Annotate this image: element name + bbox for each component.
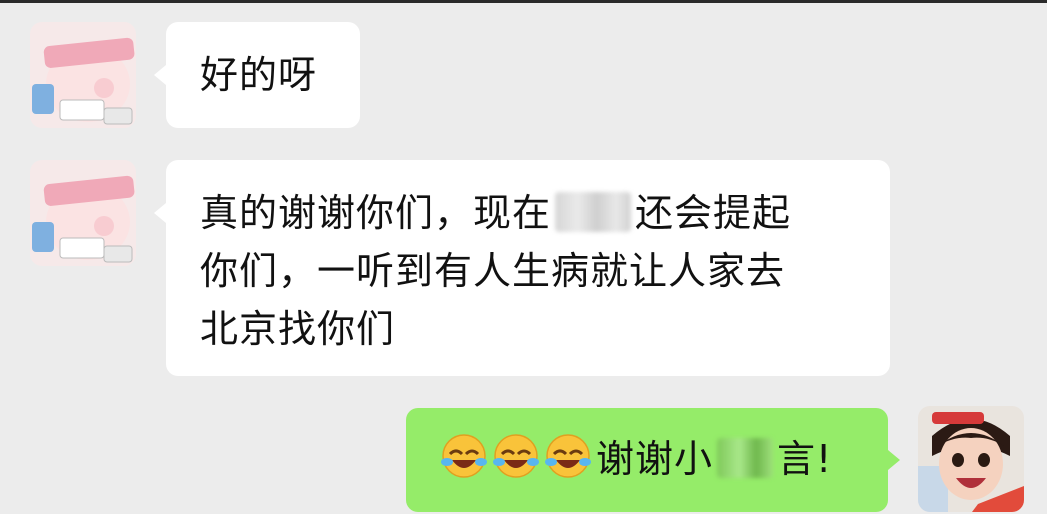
laughing-crying-emoji-icon: [441, 434, 487, 478]
message-bubble-outgoing[interactable]: 谢谢小 言!: [406, 408, 888, 512]
cartoon-avatar-icon: [30, 22, 136, 128]
bubble-tail: [888, 450, 900, 470]
message-text: 言!: [777, 437, 833, 481]
message-line: 你们，一听到有人生病就让人家去: [200, 249, 786, 293]
bubble-tail: [154, 203, 166, 223]
redacted-name: [717, 438, 774, 478]
message-bubble-incoming[interactable]: 好的呀: [166, 22, 360, 128]
self-avatar[interactable]: [918, 406, 1024, 512]
top-border: [0, 0, 1047, 3]
bubble-tail: [154, 65, 166, 85]
laughing-crying-emoji-icon: [545, 434, 591, 478]
laughing-crying-emoji-icon: [493, 434, 539, 478]
message-line: 北京找你们: [200, 307, 396, 351]
message-text: 真的谢谢你们，现在: [200, 191, 552, 235]
cartoon-avatar-icon: [30, 160, 136, 266]
child-photo-avatar-icon: [918, 406, 1024, 512]
message-line: 真的谢谢你们，现在 还会提起: [200, 184, 890, 242]
redacted-name: [555, 192, 632, 232]
message-text: 好的呀: [200, 53, 318, 97]
message-text: 谢谢小: [596, 437, 714, 481]
message-bubble-incoming[interactable]: 真的谢谢你们，现在 还会提起 你们，一听到有人生病就让人家去 北京找你们: [166, 160, 890, 376]
contact-avatar[interactable]: [30, 160, 136, 266]
message-text: 还会提起: [635, 191, 792, 235]
contact-avatar[interactable]: [30, 22, 136, 128]
